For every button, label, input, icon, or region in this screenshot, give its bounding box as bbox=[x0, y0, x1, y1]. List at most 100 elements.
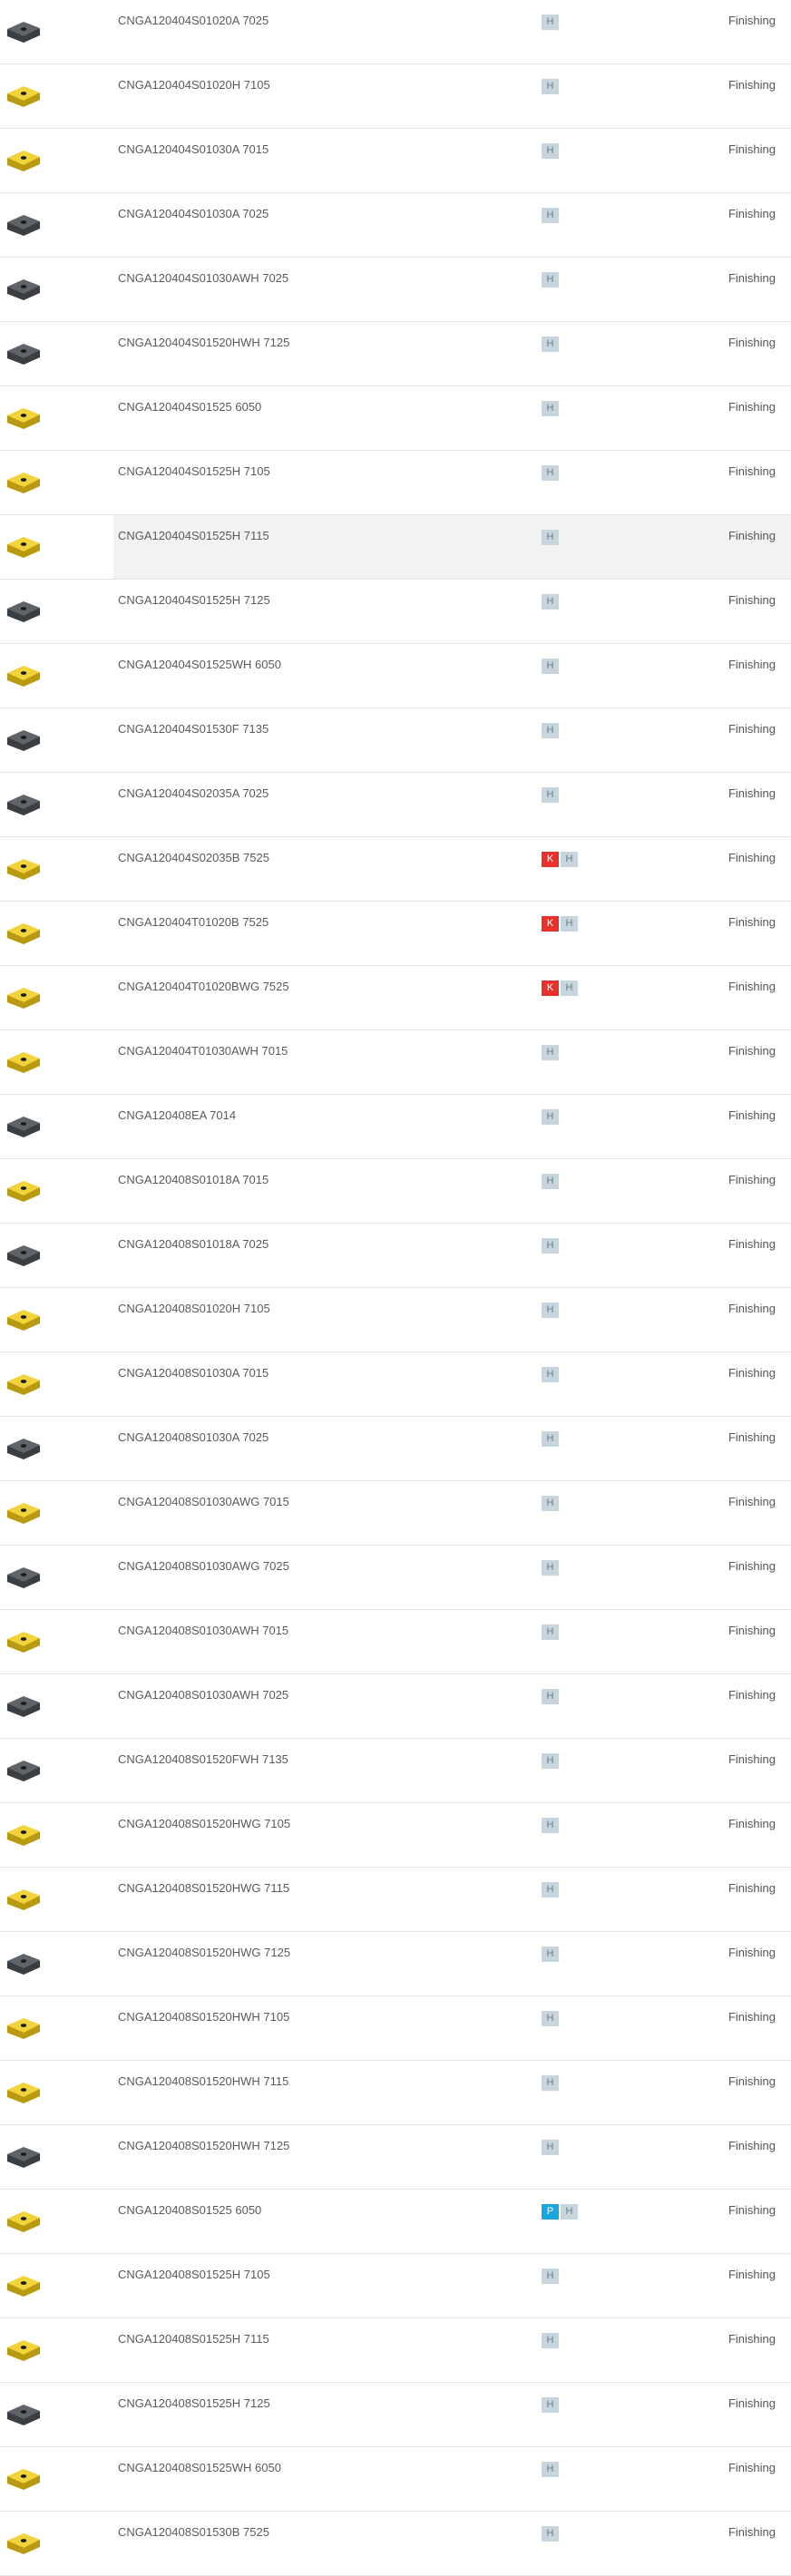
table-row[interactable]: CNGA120408S01030AWG 7015 H Finishing bbox=[0, 1481, 791, 1546]
product-name[interactable]: CNGA120404S01030AWH 7025 bbox=[118, 271, 288, 286]
table-row[interactable]: CNGA120404S01525H 7105 H Finishing bbox=[0, 451, 791, 515]
product-name[interactable]: CNGA120408S01520HWG 7125 bbox=[118, 1946, 290, 1960]
insert-yellow-icon[interactable] bbox=[4, 2207, 44, 2238]
product-name[interactable]: CNGA120404S01020H 7105 bbox=[118, 78, 270, 93]
table-row[interactable]: CNGA120408EA 7014 H Finishing bbox=[0, 1095, 791, 1159]
table-row[interactable]: CNGA120404S01030A 7025 H Finishing bbox=[0, 193, 791, 258]
table-row[interactable]: CNGA120404S01525WH 6050 H Finishing bbox=[0, 644, 791, 708]
table-row[interactable]: CNGA120404T01020B 7525 K H Finishing bbox=[0, 902, 791, 966]
product-name[interactable]: CNGA120408S01520HWH 7115 bbox=[118, 2074, 288, 2089]
product-name[interactable]: CNGA120408S01018A 7015 bbox=[118, 1173, 269, 1187]
product-name[interactable]: CNGA120404S01525H 7115 bbox=[118, 529, 269, 543]
table-row[interactable]: CNGA120408S01520HWG 7105 H Finishing bbox=[0, 1803, 791, 1868]
table-row[interactable]: CNGA120404S01520HWH 7125 H Finishing bbox=[0, 322, 791, 386]
table-row[interactable]: CNGA120404S02035B 7525 K H Finishing bbox=[0, 837, 791, 902]
table-row[interactable]: CNGA120404S01525H 7115 H Finishing bbox=[0, 515, 791, 580]
insert-yellow-icon[interactable] bbox=[4, 983, 44, 1014]
product-name[interactable]: CNGA120408S01525WH 6050 bbox=[118, 2461, 281, 2475]
table-row[interactable]: CNGA120404S01030AWH 7025 H Finishing bbox=[0, 258, 791, 322]
table-row[interactable]: CNGA120404T01020BWG 7525 K H Finishing bbox=[0, 966, 791, 1030]
table-row[interactable]: CNGA120408S01525H 7105 H Finishing bbox=[0, 2254, 791, 2318]
insert-yellow-icon[interactable] bbox=[4, 661, 44, 692]
table-row[interactable]: CNGA120408S01030A 7025 H Finishing bbox=[0, 1417, 791, 1481]
insert-yellow-icon[interactable] bbox=[4, 854, 44, 885]
table-row[interactable]: CNGA120408S01520HWH 7125 H Finishing bbox=[0, 2125, 791, 2190]
product-name[interactable]: CNGA120408S01525H 7115 bbox=[118, 2332, 269, 2347]
table-row[interactable]: CNGA120408S01030AWH 7015 H Finishing bbox=[0, 1610, 791, 1674]
product-name[interactable]: CNGA120404T01030AWH 7015 bbox=[118, 1044, 288, 1059]
insert-yellow-icon[interactable] bbox=[4, 146, 44, 177]
table-row[interactable]: CNGA120408S01525H 7125 H Finishing bbox=[0, 2383, 791, 2447]
product-name[interactable]: CNGA120408S01030AWH 7025 bbox=[118, 1688, 288, 1703]
insert-gray-icon[interactable] bbox=[4, 1563, 44, 1594]
product-name[interactable]: CNGA120404S01030A 7025 bbox=[118, 207, 269, 221]
insert-yellow-icon[interactable] bbox=[4, 919, 44, 950]
insert-gray-icon[interactable] bbox=[4, 17, 44, 48]
product-name[interactable]: CNGA120404T01020B 7525 bbox=[118, 915, 269, 930]
table-row[interactable]: CNGA120408S01018A 7025 H Finishing bbox=[0, 1224, 791, 1288]
product-name[interactable]: CNGA120404T01020BWG 7525 bbox=[118, 980, 289, 994]
table-row[interactable]: CNGA120404S01525H 7125 H Finishing bbox=[0, 580, 791, 644]
insert-gray-icon[interactable] bbox=[4, 1756, 44, 1787]
product-name[interactable]: CNGA120408S01530B 7525 bbox=[118, 2525, 269, 2540]
insert-yellow-icon[interactable] bbox=[4, 404, 44, 434]
product-name[interactable]: CNGA120408S01520FWH 7135 bbox=[118, 1752, 288, 1767]
table-row[interactable]: CNGA120408S01030A 7015 H Finishing bbox=[0, 1352, 791, 1417]
table-row[interactable]: CNGA120408S01520HWH 7105 H Finishing bbox=[0, 1996, 791, 2061]
product-name[interactable]: CNGA120404S01020A 7025 bbox=[118, 14, 269, 28]
product-name[interactable]: CNGA120404S01525H 7105 bbox=[118, 464, 270, 479]
insert-yellow-icon[interactable] bbox=[4, 2271, 44, 2302]
product-name[interactable]: CNGA120404S01525H 7125 bbox=[118, 593, 270, 608]
product-name[interactable]: CNGA120408S01030AWG 7025 bbox=[118, 1559, 289, 1574]
insert-gray-icon[interactable] bbox=[4, 790, 44, 821]
product-name[interactable]: CNGA120408S01030A 7015 bbox=[118, 1366, 269, 1381]
insert-gray-icon[interactable] bbox=[4, 275, 44, 306]
insert-gray-icon[interactable] bbox=[4, 597, 44, 628]
product-name[interactable]: CNGA120408S01520HWH 7105 bbox=[118, 2010, 289, 2025]
product-name[interactable]: CNGA120408S01018A 7025 bbox=[118, 1237, 269, 1252]
table-row[interactable]: CNGA120408S01020H 7105 H Finishing bbox=[0, 1288, 791, 1352]
insert-yellow-icon[interactable] bbox=[4, 1048, 44, 1078]
insert-gray-icon[interactable] bbox=[4, 1949, 44, 1980]
insert-yellow-icon[interactable] bbox=[4, 1820, 44, 1851]
product-name[interactable]: CNGA120408S01525H 7125 bbox=[118, 2396, 270, 2411]
product-name[interactable]: CNGA120404S01525WH 6050 bbox=[118, 658, 281, 672]
insert-gray-icon[interactable] bbox=[4, 2400, 44, 2431]
table-row[interactable]: CNGA120408S01525H 7115 H Finishing bbox=[0, 2318, 791, 2383]
insert-gray-icon[interactable] bbox=[4, 210, 44, 241]
product-name[interactable]: CNGA120404S01030A 7015 bbox=[118, 142, 269, 157]
product-name[interactable]: CNGA120404S01525 6050 bbox=[118, 400, 261, 415]
product-name[interactable]: CNGA120408EA 7014 bbox=[118, 1108, 236, 1123]
table-row[interactable]: CNGA120404S01530F 7135 H Finishing bbox=[0, 708, 791, 773]
insert-yellow-icon[interactable] bbox=[4, 82, 44, 112]
insert-yellow-icon[interactable] bbox=[4, 2336, 44, 2366]
insert-gray-icon[interactable] bbox=[4, 1112, 44, 1143]
product-name[interactable]: CNGA120408S01020H 7105 bbox=[118, 1302, 270, 1316]
insert-yellow-icon[interactable] bbox=[4, 2078, 44, 2109]
insert-gray-icon[interactable] bbox=[4, 1692, 44, 1722]
insert-gray-icon[interactable] bbox=[4, 1241, 44, 1272]
product-name[interactable]: CNGA120408S01030AWG 7015 bbox=[118, 1495, 289, 1509]
insert-yellow-icon[interactable] bbox=[4, 468, 44, 499]
product-name[interactable]: CNGA120408S01525 6050 bbox=[118, 2203, 261, 2218]
product-name[interactable]: CNGA120408S01520HWG 7105 bbox=[118, 1817, 290, 1831]
table-row[interactable]: CNGA120404S01020H 7105 H Finishing bbox=[0, 64, 791, 129]
table-row[interactable]: CNGA120404T01030AWH 7015 H Finishing bbox=[0, 1030, 791, 1095]
insert-yellow-icon[interactable] bbox=[4, 2529, 44, 2560]
insert-yellow-icon[interactable] bbox=[4, 532, 44, 563]
insert-gray-icon[interactable] bbox=[4, 2142, 44, 2173]
table-row[interactable]: CNGA120404S01030A 7015 H Finishing bbox=[0, 129, 791, 193]
table-row[interactable]: CNGA120404S01525 6050 H Finishing bbox=[0, 386, 791, 451]
table-row[interactable]: CNGA120408S01030AWH 7025 H Finishing bbox=[0, 1674, 791, 1739]
table-row[interactable]: CNGA120408S01520HWG 7125 H Finishing bbox=[0, 1932, 791, 1996]
product-name[interactable]: CNGA120408S01525H 7105 bbox=[118, 2268, 270, 2282]
product-name[interactable]: CNGA120404S01520HWH 7125 bbox=[118, 336, 289, 350]
table-row[interactable]: CNGA120408S01525 6050 P H Finishing bbox=[0, 2190, 791, 2254]
product-name[interactable]: CNGA120404S02035B 7525 bbox=[118, 851, 269, 865]
table-row[interactable]: CNGA120408S01520HWG 7115 H Finishing bbox=[0, 1868, 791, 1932]
insert-gray-icon[interactable] bbox=[4, 339, 44, 370]
insert-yellow-icon[interactable] bbox=[4, 1498, 44, 1529]
table-row[interactable]: CNGA120408S01018A 7015 H Finishing bbox=[0, 1159, 791, 1224]
table-row[interactable]: CNGA120408S01525WH 6050 H Finishing bbox=[0, 2447, 791, 2512]
table-row[interactable]: CNGA120408S01030AWG 7025 H Finishing bbox=[0, 1546, 791, 1610]
